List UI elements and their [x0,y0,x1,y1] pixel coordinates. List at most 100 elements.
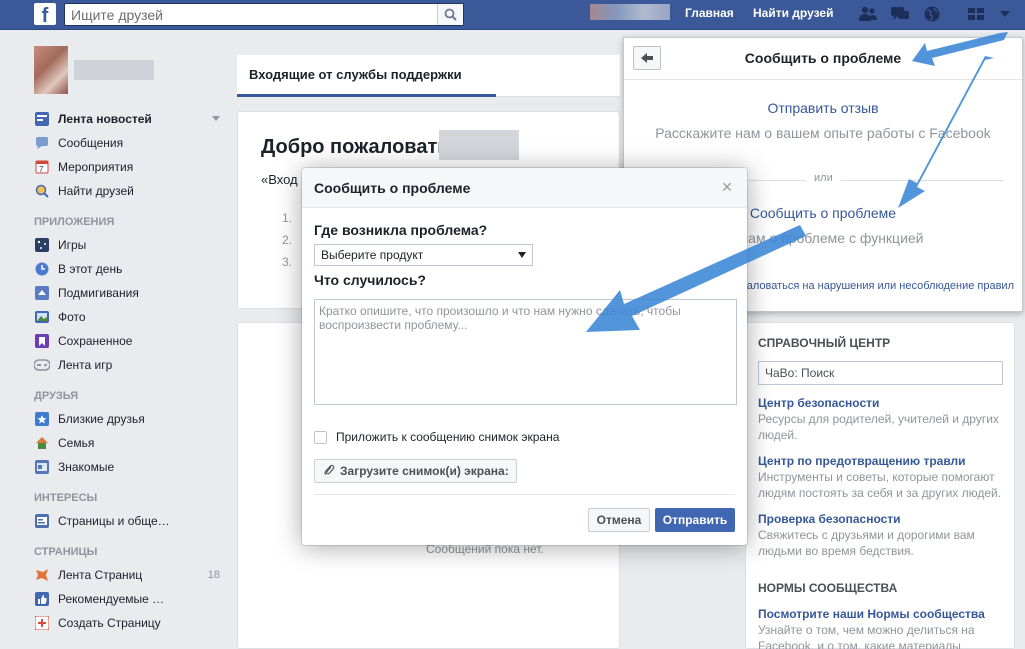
help-link-community-standards[interactable]: Посмотрите наши Нормы сообщества [758,607,985,621]
sidebar-item-label: Знакомые [58,460,115,474]
help-link-safety-check[interactable]: Проверка безопасности [758,512,901,526]
sidebar-item-label: Близкие друзья [58,412,145,426]
saved-icon [34,333,50,349]
help-link-safety-center[interactable]: Центр безопасности [758,396,879,410]
attach-screenshot-option[interactable]: Приложить к сообщению снимок экрана [314,430,559,444]
like-icon [34,591,50,607]
acquaintances-icon [34,459,50,475]
community-standards-heading: НОРМЫ СООБЩЕСТВА [758,581,898,595]
sidebar-item-family[interactable]: Семья [34,431,234,455]
sidebar-item-games[interactable]: Игры [34,233,234,257]
sidebar-item-label: Страницы и обще… [58,514,170,528]
help-search-box[interactable] [758,361,1003,385]
pokes-icon [34,285,50,301]
sidebar-item-find-friends[interactable]: Найти друзей [34,179,234,203]
sidebar-item-saved[interactable]: Сохраненное [34,329,234,353]
find-friends-icon [34,183,50,199]
sidebar-item-label: Найти друзей [58,184,134,198]
tab-support-inbox[interactable]: Входящие от службы поддержки [249,67,462,82]
sidebar-item-label: Подмигивания [58,286,139,300]
sidebar-item-photos[interactable]: Фото [34,305,234,329]
section-heading-interests: ИНТЕРЕСЫ [34,492,98,504]
help-link-bullying-center[interactable]: Центр по предотвращению травли [758,454,966,468]
nav-home-link[interactable]: Главная [685,6,734,20]
user-name-blurred[interactable] [590,4,670,20]
dialog-header: Сообщить о проблеме × [302,168,747,208]
sidebar-item-messages[interactable]: Сообщения [34,131,234,155]
upload-button-label: Загрузите снимок(и) экрана: [340,464,509,478]
product-select[interactable]: Выберите продукт [314,244,533,266]
section-heading-pages: СТРАНИЦЫ [34,546,98,558]
on-this-day-icon [34,261,50,277]
pages-feed-count: 18 [207,569,220,581]
welcome-list-number: 2. [282,233,293,247]
where-label: Где возникла проблема? [314,222,488,238]
send-feedback-link[interactable]: Отправить отзыв [624,100,1022,116]
sidebar-item-close-friends[interactable]: Близкие друзья [34,407,234,431]
sidebar-item-label: Лента новостей [58,112,152,126]
close-icon[interactable]: × [719,178,735,196]
help-link-description: Узнайте о том, чем можно делиться на Fac… [758,623,975,649]
sidebar-item-games-feed[interactable]: Лента игр [34,353,234,377]
welcome-title: Добро пожаловать, [261,136,456,158]
news-feed-icon [34,111,50,127]
attach-screenshot-checkbox[interactable] [314,430,327,444]
sidebar-item-create-page[interactable]: Создать Страницу [34,611,234,635]
sidebar-item-label: Семья [58,436,95,450]
sidebar-item-label: Сохраненное [58,334,133,348]
or-separator: или [806,172,841,184]
sidebar-item-label: Сообщения [58,136,124,150]
search-box[interactable] [64,3,464,26]
upload-screenshot-button[interactable]: Загрузите снимок(и) экрана: [314,459,517,483]
chevron-down-icon[interactable] [212,116,220,121]
sidebar-item-label: Лента Страниц [58,568,143,582]
welcome-text: «Вход [261,172,298,187]
friend-requests-icon[interactable] [858,5,878,23]
help-center-panel: СПРАВОЧНЫЙ ЦЕНТР Центр безопасности Ресу… [745,322,1015,649]
nav-find-friends-link[interactable]: Найти друзей [753,6,833,20]
photos-icon [34,309,50,325]
messages-nav-icon[interactable] [890,5,910,23]
dropdown-arrow-icon [518,252,526,258]
sidebar-item-news-feed[interactable]: Лента новостей [34,107,234,131]
welcome-list-number: 1. [282,211,293,225]
messages-icon [34,135,50,151]
dropdown-header: Сообщить о проблеме [624,38,1022,80]
events-icon: 7 [34,159,50,175]
search-icon[interactable] [437,4,463,25]
top-bar: f Главная Найти друзей [0,0,1025,30]
help-link-description: Ресурсы для родителей, учителей и других… [758,412,999,442]
sidebar-item-events[interactable]: 7 Мероприятия [34,155,234,179]
facebook-logo[interactable]: f [34,3,56,25]
notifications-globe-icon[interactable] [922,5,942,23]
dialog-title: Сообщить о проблеме [314,180,471,196]
report-problem-dialog: Сообщить о проблеме × Где возникла пробл… [302,168,747,545]
sidebar-item-label: В этот день [58,262,123,276]
games-feed-icon [34,357,50,373]
cancel-button[interactable]: Отмена [588,508,650,532]
send-button[interactable]: Отправить [655,508,735,532]
back-arrow-icon[interactable] [633,46,661,70]
avatar[interactable] [34,46,68,94]
description-field[interactable] [314,299,737,405]
search-input[interactable] [65,4,435,25]
sidebar-item-label: Фото [58,310,86,324]
privacy-shortcuts-icon[interactable] [966,5,986,23]
sidebar-item-pages-feed[interactable]: Лента Страниц 18 [34,563,234,587]
close-friends-icon [34,411,50,427]
sidebar-item-label: Лента игр [58,358,113,372]
left-sidebar: Лента новостей Сообщения 7 Мероприятия Н… [34,45,234,635]
sidebar-item-acquaintances[interactable]: Знакомые [34,455,234,479]
sidebar-item-recommended[interactable]: Рекомендуемые … [34,587,234,611]
welcome-user-name-blurred [439,130,519,160]
account-menu-chevron-down-icon[interactable] [995,5,1015,23]
help-search-input[interactable] [759,362,1002,384]
description-textarea[interactable] [319,304,732,400]
sidebar-item-on-this-day[interactable]: В этот день [34,257,234,281]
profile-name-blurred[interactable] [74,60,154,80]
sidebar-item-pages-groups[interactable]: Страницы и обще… [34,509,234,533]
profile-link[interactable] [34,45,234,95]
create-page-icon [34,615,50,631]
dropdown-title: Сообщить о проблеме [744,50,902,66]
sidebar-item-pokes[interactable]: Подмигивания [34,281,234,305]
